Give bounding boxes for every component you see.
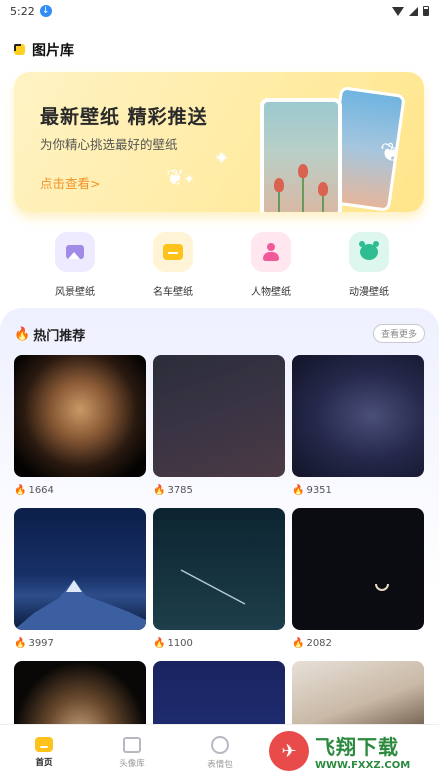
- nav-label: 头像库: [119, 758, 145, 769]
- view-count: 3785: [167, 485, 193, 496]
- landscape-icon: [55, 232, 95, 272]
- download-icon: ↓: [39, 5, 52, 17]
- sparkle-icon: ✦: [214, 148, 230, 169]
- wallpaper-thumbnail: [153, 355, 285, 477]
- view-count: 2082: [306, 638, 332, 649]
- title-mark-icon: [14, 43, 27, 57]
- wallpaper-card[interactable]: 🔥 2082: [292, 508, 424, 649]
- flame-icon: 🔥: [14, 485, 27, 496]
- sparkle-icon: ✦: [184, 172, 195, 186]
- battery-icon: [423, 6, 429, 16]
- category-anime[interactable]: 动漫壁纸: [320, 232, 418, 298]
- category-label: 名车壁纸: [153, 287, 193, 298]
- nav-home[interactable]: 首页: [0, 725, 88, 780]
- view-count: 1664: [28, 485, 54, 496]
- hot-header: 🔥 热门推荐: [14, 325, 85, 344]
- watermark-logo-icon: ✈: [269, 731, 309, 771]
- site-watermark: ✈ 飞翔下载 WWW.FXXZ.COM: [269, 728, 429, 774]
- category-car[interactable]: 名车壁纸: [124, 232, 222, 298]
- banner-cta-link[interactable]: 点击查看>: [40, 173, 100, 192]
- view-count: 1100: [167, 638, 193, 649]
- watermark-url: WWW.FXXZ.COM: [315, 760, 411, 771]
- flame-icon: 🔥: [153, 638, 166, 649]
- wallpaper-card[interactable]: 🔥 9351: [292, 355, 424, 496]
- wallpaper-thumbnail: [14, 508, 146, 630]
- page-title: 图片库: [32, 43, 74, 59]
- signal-icon: [409, 6, 418, 16]
- banner-title: 最新壁纸 精彩推送: [40, 106, 208, 128]
- nav-emoji[interactable]: 表情包: [176, 725, 264, 780]
- nav-label: 表情包: [207, 759, 233, 770]
- category-person[interactable]: 人物壁纸: [222, 232, 320, 298]
- category-label: 风景壁纸: [55, 287, 95, 298]
- banner-phone-front-image: [260, 98, 342, 212]
- wallpaper-thumbnail: [292, 508, 424, 630]
- wallpaper-card[interactable]: 🔥 1100: [153, 508, 285, 649]
- wallpaper-card[interactable]: 🔥 3785: [153, 355, 285, 496]
- wallpaper-card[interactable]: 🔥 3997: [14, 508, 146, 649]
- view-count: 3997: [28, 638, 54, 649]
- category-row: 风景壁纸 名车壁纸 人物壁纸 动漫壁纸: [0, 232, 439, 298]
- view-more-button[interactable]: 查看更多: [373, 324, 425, 343]
- wallpaper-card[interactable]: 🔥 1664: [14, 355, 146, 496]
- page-header: 图片库: [14, 40, 74, 60]
- car-icon: [153, 232, 193, 272]
- status-time: 5:22: [10, 4, 35, 18]
- hot-title: 热门推荐: [33, 329, 86, 344]
- view-count: 9351: [306, 485, 332, 496]
- nav-label: 首页: [35, 758, 53, 768]
- emoji-icon: [211, 735, 229, 754]
- category-label: 人物壁纸: [251, 287, 291, 298]
- category-landscape[interactable]: 风景壁纸: [26, 232, 124, 298]
- person-icon: [251, 232, 291, 272]
- home-icon: [35, 737, 53, 752]
- bear-icon: [349, 232, 389, 272]
- wifi-icon: [392, 6, 404, 16]
- hot-section: 🔥 热门推荐 查看更多 🔥1664 🔥3785 🔥9351 🔥3997: [0, 308, 439, 780]
- flame-icon: 🔥: [292, 638, 305, 649]
- butterfly-icon: ❦: [380, 138, 402, 168]
- status-bar: 5:22 ↓: [0, 0, 439, 22]
- wallpaper-thumbnail: [292, 355, 424, 477]
- flame-icon: 🔥: [153, 485, 166, 496]
- butterfly-icon: ❦: [166, 166, 185, 191]
- flame-icon: 🔥: [14, 638, 27, 649]
- nav-avatar-library[interactable]: 头像库: [88, 725, 176, 780]
- category-label: 动漫壁纸: [349, 287, 389, 298]
- watermark-title: 飞翔下载: [315, 735, 399, 759]
- flame-icon: 🔥: [292, 485, 305, 496]
- wallpaper-thumbnail: [14, 355, 146, 477]
- avatar-icon: [123, 736, 141, 753]
- banner-subtitle: 为你精心挑选最好的壁纸: [40, 137, 178, 152]
- wallpaper-thumbnail: [153, 508, 285, 630]
- promo-banner[interactable]: 最新壁纸 精彩推送 为你精心挑选最好的壁纸 点击查看> ✦ ✦ ❦ ❦: [14, 72, 424, 212]
- flame-icon: 🔥: [14, 327, 31, 342]
